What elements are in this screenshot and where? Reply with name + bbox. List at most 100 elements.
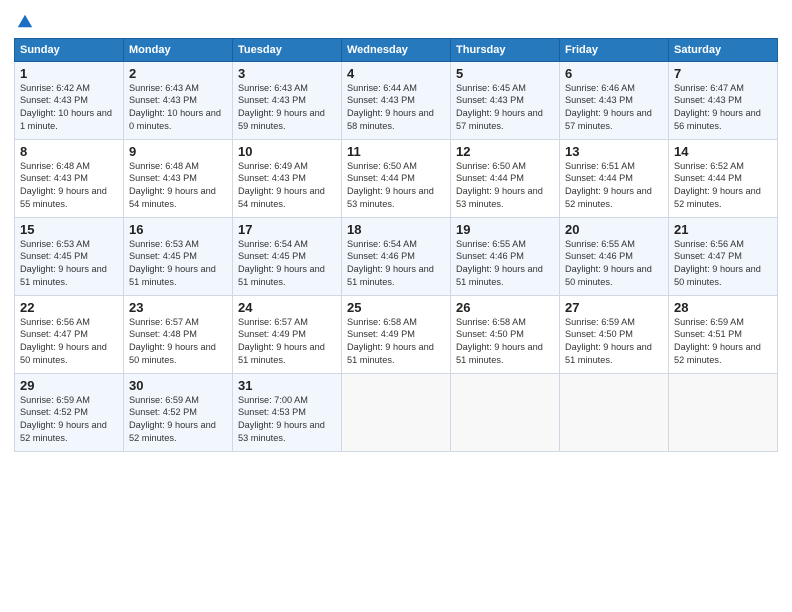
day-number: 21 (674, 222, 772, 237)
day-cell: 26Sunrise: 6:58 AMSunset: 4:50 PMDayligh… (451, 295, 560, 373)
day-number: 16 (129, 222, 227, 237)
day-cell (342, 373, 451, 451)
day-cell: 23Sunrise: 6:57 AMSunset: 4:48 PMDayligh… (124, 295, 233, 373)
day-detail: Sunrise: 6:58 AMSunset: 4:49 PMDaylight:… (347, 316, 445, 368)
day-cell: 10Sunrise: 6:49 AMSunset: 4:43 PMDayligh… (233, 139, 342, 217)
day-cell: 25Sunrise: 6:58 AMSunset: 4:49 PMDayligh… (342, 295, 451, 373)
day-cell: 14Sunrise: 6:52 AMSunset: 4:44 PMDayligh… (669, 139, 778, 217)
day-cell: 6Sunrise: 6:46 AMSunset: 4:43 PMDaylight… (560, 61, 669, 139)
day-cell: 29Sunrise: 6:59 AMSunset: 4:52 PMDayligh… (15, 373, 124, 451)
day-detail: Sunrise: 6:59 AMSunset: 4:50 PMDaylight:… (565, 316, 663, 368)
day-detail: Sunrise: 6:54 AMSunset: 4:45 PMDaylight:… (238, 238, 336, 290)
day-detail: Sunrise: 6:42 AMSunset: 4:43 PMDaylight:… (20, 82, 118, 134)
week-row-4: 22Sunrise: 6:56 AMSunset: 4:47 PMDayligh… (15, 295, 778, 373)
col-header-sunday: Sunday (15, 38, 124, 61)
col-header-friday: Friday (560, 38, 669, 61)
day-cell: 9Sunrise: 6:48 AMSunset: 4:43 PMDaylight… (124, 139, 233, 217)
day-detail: Sunrise: 6:56 AMSunset: 4:47 PMDaylight:… (674, 238, 772, 290)
day-detail: Sunrise: 6:50 AMSunset: 4:44 PMDaylight:… (456, 160, 554, 212)
day-number: 25 (347, 300, 445, 315)
day-cell (669, 373, 778, 451)
week-row-1: 1Sunrise: 6:42 AMSunset: 4:43 PMDaylight… (15, 61, 778, 139)
col-header-thursday: Thursday (451, 38, 560, 61)
day-cell: 21Sunrise: 6:56 AMSunset: 4:47 PMDayligh… (669, 217, 778, 295)
week-row-5: 29Sunrise: 6:59 AMSunset: 4:52 PMDayligh… (15, 373, 778, 451)
day-detail: Sunrise: 6:50 AMSunset: 4:44 PMDaylight:… (347, 160, 445, 212)
col-header-saturday: Saturday (669, 38, 778, 61)
day-number: 24 (238, 300, 336, 315)
day-cell: 15Sunrise: 6:53 AMSunset: 4:45 PMDayligh… (15, 217, 124, 295)
day-detail: Sunrise: 6:56 AMSunset: 4:47 PMDaylight:… (20, 316, 118, 368)
day-number: 10 (238, 144, 336, 159)
day-number: 5 (456, 66, 554, 81)
day-detail: Sunrise: 6:57 AMSunset: 4:49 PMDaylight:… (238, 316, 336, 368)
day-number: 15 (20, 222, 118, 237)
day-detail: Sunrise: 6:57 AMSunset: 4:48 PMDaylight:… (129, 316, 227, 368)
day-detail: Sunrise: 6:48 AMSunset: 4:43 PMDaylight:… (20, 160, 118, 212)
day-cell: 5Sunrise: 6:45 AMSunset: 4:43 PMDaylight… (451, 61, 560, 139)
day-detail: Sunrise: 6:49 AMSunset: 4:43 PMDaylight:… (238, 160, 336, 212)
day-detail: Sunrise: 6:53 AMSunset: 4:45 PMDaylight:… (129, 238, 227, 290)
col-header-tuesday: Tuesday (233, 38, 342, 61)
day-number: 14 (674, 144, 772, 159)
day-detail: Sunrise: 6:58 AMSunset: 4:50 PMDaylight:… (456, 316, 554, 368)
day-cell: 1Sunrise: 6:42 AMSunset: 4:43 PMDaylight… (15, 61, 124, 139)
day-number: 27 (565, 300, 663, 315)
day-cell: 2Sunrise: 6:43 AMSunset: 4:43 PMDaylight… (124, 61, 233, 139)
day-number: 19 (456, 222, 554, 237)
day-cell: 8Sunrise: 6:48 AMSunset: 4:43 PMDaylight… (15, 139, 124, 217)
day-cell: 17Sunrise: 6:54 AMSunset: 4:45 PMDayligh… (233, 217, 342, 295)
calendar-page: SundayMondayTuesdayWednesdayThursdayFrid… (0, 0, 792, 612)
day-detail: Sunrise: 6:43 AMSunset: 4:43 PMDaylight:… (238, 82, 336, 134)
day-detail: Sunrise: 6:48 AMSunset: 4:43 PMDaylight:… (129, 160, 227, 212)
day-detail: Sunrise: 6:45 AMSunset: 4:43 PMDaylight:… (456, 82, 554, 134)
calendar-table: SundayMondayTuesdayWednesdayThursdayFrid… (14, 38, 778, 452)
day-number: 3 (238, 66, 336, 81)
day-cell: 27Sunrise: 6:59 AMSunset: 4:50 PMDayligh… (560, 295, 669, 373)
day-number: 22 (20, 300, 118, 315)
day-detail: Sunrise: 6:54 AMSunset: 4:46 PMDaylight:… (347, 238, 445, 290)
day-number: 17 (238, 222, 336, 237)
day-detail: Sunrise: 6:52 AMSunset: 4:44 PMDaylight:… (674, 160, 772, 212)
day-number: 28 (674, 300, 772, 315)
day-number: 13 (565, 144, 663, 159)
day-number: 1 (20, 66, 118, 81)
day-detail: Sunrise: 6:55 AMSunset: 4:46 PMDaylight:… (565, 238, 663, 290)
header-row: SundayMondayTuesdayWednesdayThursdayFrid… (15, 38, 778, 61)
day-cell: 16Sunrise: 6:53 AMSunset: 4:45 PMDayligh… (124, 217, 233, 295)
day-number: 2 (129, 66, 227, 81)
logo (14, 14, 34, 34)
day-cell: 7Sunrise: 6:47 AMSunset: 4:43 PMDaylight… (669, 61, 778, 139)
day-cell: 20Sunrise: 6:55 AMSunset: 4:46 PMDayligh… (560, 217, 669, 295)
day-cell: 22Sunrise: 6:56 AMSunset: 4:47 PMDayligh… (15, 295, 124, 373)
col-header-wednesday: Wednesday (342, 38, 451, 61)
header (14, 10, 778, 34)
day-detail: Sunrise: 6:55 AMSunset: 4:46 PMDaylight:… (456, 238, 554, 290)
day-number: 29 (20, 378, 118, 393)
day-number: 8 (20, 144, 118, 159)
day-number: 18 (347, 222, 445, 237)
day-detail: Sunrise: 6:59 AMSunset: 4:51 PMDaylight:… (674, 316, 772, 368)
day-detail: Sunrise: 6:47 AMSunset: 4:43 PMDaylight:… (674, 82, 772, 134)
day-number: 6 (565, 66, 663, 81)
day-detail: Sunrise: 6:43 AMSunset: 4:43 PMDaylight:… (129, 82, 227, 134)
day-cell: 24Sunrise: 6:57 AMSunset: 4:49 PMDayligh… (233, 295, 342, 373)
col-header-monday: Monday (124, 38, 233, 61)
day-detail: Sunrise: 6:59 AMSunset: 4:52 PMDaylight:… (20, 394, 118, 446)
day-detail: Sunrise: 6:44 AMSunset: 4:43 PMDaylight:… (347, 82, 445, 134)
day-cell: 30Sunrise: 6:59 AMSunset: 4:52 PMDayligh… (124, 373, 233, 451)
day-number: 20 (565, 222, 663, 237)
day-number: 30 (129, 378, 227, 393)
day-cell: 28Sunrise: 6:59 AMSunset: 4:51 PMDayligh… (669, 295, 778, 373)
day-cell: 11Sunrise: 6:50 AMSunset: 4:44 PMDayligh… (342, 139, 451, 217)
day-number: 4 (347, 66, 445, 81)
week-row-3: 15 Sunrise: 6:53 AMSunset: 4:45 PMDayligh… (15, 217, 778, 295)
day-detail: Sunrise: 6:51 AMSunset: 4:44 PMDaylight:… (565, 160, 663, 212)
day-cell: 19Sunrise: 6:55 AMSunset: 4:46 PMDayligh… (451, 217, 560, 295)
day-cell: 31Sunrise: 7:00 AMSunset: 4:53 PMDayligh… (233, 373, 342, 451)
day-detail: Sunrise: 6:59 AMSunset: 4:52 PMDaylight:… (129, 394, 227, 446)
day-detail: Sunrise: 7:00 AMSunset: 4:53 PMDaylight:… (238, 394, 336, 446)
day-cell (451, 373, 560, 451)
day-number: 7 (674, 66, 772, 81)
day-number: 11 (347, 144, 445, 159)
